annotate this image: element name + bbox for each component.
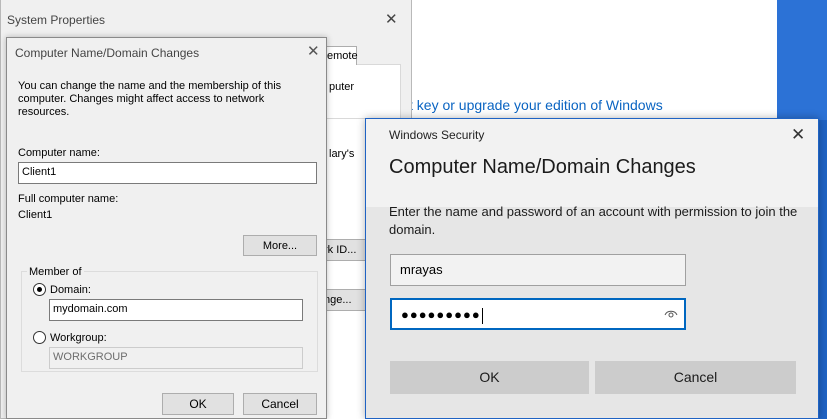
upgrade-edition-link[interactable]: ct key or upgrade your edition of Window…: [402, 97, 663, 113]
ok-button[interactable]: OK: [162, 393, 234, 415]
cancel-button[interactable]: Cancel: [595, 361, 796, 394]
text-cursor: [481, 307, 483, 324]
domain-input[interactable]: mydomain.com: [49, 299, 303, 321]
workgroup-radio[interactable]: [33, 331, 46, 344]
full-name-label: Full computer name:: [18, 193, 119, 205]
system-properties-title: System Properties: [7, 13, 106, 27]
workgroup-label: Workgroup:: [50, 332, 107, 344]
domain-label: Domain:: [50, 284, 91, 296]
more-button[interactable]: More...: [243, 235, 317, 256]
ok-button[interactable]: OK: [390, 361, 589, 394]
domain-radio[interactable]: [33, 283, 46, 296]
reveal-password-icon[interactable]: [664, 307, 678, 321]
windows-security-dialog: Windows Security ✕ Computer Name/Domain …: [365, 118, 819, 419]
computer-name-input[interactable]: Client1: [18, 162, 317, 184]
computer-name-label: Computer name:: [18, 147, 100, 159]
password-input[interactable]: ●●●●●●●●●: [390, 298, 686, 330]
close-icon[interactable]: ✕: [307, 42, 320, 60]
windows-security-title: Windows Security: [389, 128, 485, 142]
close-icon[interactable]: ✕: [385, 10, 398, 28]
dialog-description: You can change the name and the membersh…: [18, 80, 282, 118]
dialog-instructions: Enter the name and password of an accoun…: [389, 204, 798, 237]
close-icon[interactable]: ✕: [791, 125, 805, 145]
member-of-label: Member of: [27, 266, 84, 278]
dialog-title: Computer Name/Domain Changes: [15, 46, 200, 60]
workgroup-input: WORKGROUP: [49, 347, 303, 369]
full-name-value: Client1: [18, 209, 53, 221]
panel-text: puter: [329, 81, 355, 93]
dialog-heading: Computer Name/Domain Changes: [389, 156, 696, 178]
panel-text: lary's: [329, 148, 355, 160]
computer-name-dialog: Computer Name/Domain Changes ✕ You can c…: [6, 37, 327, 419]
cancel-button[interactable]: Cancel: [243, 393, 317, 415]
username-input[interactable]: mrayas: [390, 254, 686, 286]
desktop-wallpaper-highlight: [777, 0, 827, 120]
password-masked-value: ●●●●●●●●●: [401, 307, 481, 322]
